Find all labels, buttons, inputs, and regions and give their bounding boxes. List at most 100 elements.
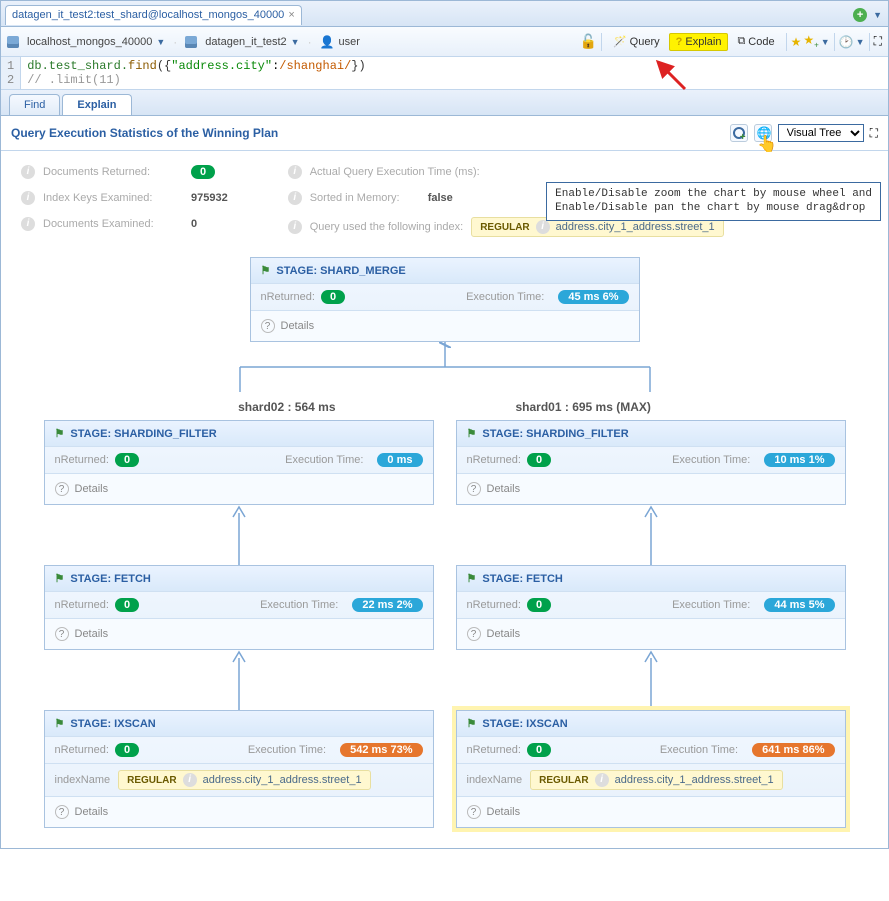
exec-label: Execution Time:	[248, 744, 326, 756]
details-toggle[interactable]: ? Details	[45, 618, 433, 649]
exec-label: Execution Time:	[466, 291, 544, 303]
details-toggle[interactable]: ? Details	[251, 310, 639, 341]
star-add-icon[interactable]: ★+	[803, 33, 818, 49]
tab-explain[interactable]: Explain	[62, 94, 131, 115]
question-icon: ?	[55, 627, 69, 641]
cursor-hand-icon: 👆	[757, 134, 777, 154]
explain-button[interactable]: ? Explain	[669, 33, 729, 51]
flag-icon: ⚑	[467, 717, 477, 730]
nreturned-label: nReturned:	[261, 291, 315, 303]
stage-ixscan-right: ⚑STAGE: IXSCAN nReturned:0 Execution Tim…	[456, 710, 846, 828]
index-name: address.city_1_address.street_1	[556, 221, 715, 233]
stat-label: Documents Returned:	[43, 166, 183, 178]
chevron-down-icon[interactable]: ▼	[821, 37, 830, 47]
result-tabs: Find Explain	[1, 90, 888, 116]
stage-title: STAGE: FETCH	[70, 573, 150, 585]
connection-toolbar: localhost_mongos_40000 ▼ · datagen_it_te…	[1, 27, 888, 57]
code-editor[interactable]: 1 2 db.test_shard.find({"address.city":/…	[1, 57, 888, 90]
info-icon: i	[21, 165, 35, 179]
stage-title: STAGE: IXSCAN	[482, 718, 567, 730]
database-name[interactable]: datagen_it_test2	[205, 36, 286, 48]
nreturned-label: nReturned:	[55, 454, 109, 466]
question-icon: ?	[676, 36, 683, 48]
code-token: find	[128, 59, 157, 73]
exec-label: Execution Time:	[672, 599, 750, 611]
expand-icon[interactable]: ⛶	[874, 34, 882, 49]
tab-find[interactable]: Find	[9, 94, 60, 115]
tooltip: Enable/Disable zoom the chart by mouse w…	[546, 182, 881, 221]
exec-value: 10 ms 1%	[764, 453, 834, 467]
code-token: .test_shard.	[42, 59, 128, 73]
details-label: Details	[281, 320, 315, 332]
nreturned-label: nReturned:	[55, 744, 109, 756]
stat-value: 975932	[191, 192, 228, 204]
info-icon: i	[21, 217, 35, 231]
flag-icon: ⚑	[467, 427, 477, 440]
shard-label: shard01 : 695 ms (MAX)	[516, 400, 651, 414]
database-icon	[185, 36, 197, 48]
details-toggle[interactable]: ?Details	[457, 796, 845, 827]
line-number: 2	[7, 73, 14, 87]
history-icon[interactable]: 🕑	[839, 35, 854, 49]
flag-icon: ⚑	[55, 427, 65, 440]
annotation-arrow	[650, 54, 690, 94]
connector	[641, 505, 661, 565]
code-token: })	[351, 59, 365, 73]
details-toggle[interactable]: ?Details	[45, 473, 433, 504]
code-button[interactable]: ⧉ Code	[730, 32, 781, 51]
details-toggle[interactable]: ?Details	[45, 796, 433, 827]
wand-icon: 🪄	[613, 35, 627, 48]
flag-icon: ⚑	[55, 717, 65, 730]
exec-label: Execution Time:	[672, 454, 750, 466]
index-type: REGULAR	[127, 775, 176, 786]
exec-value: 45 ms 6%	[558, 290, 628, 304]
expand-icon[interactable]: ⛶	[870, 126, 878, 141]
details-toggle[interactable]: ?Details	[457, 618, 845, 649]
exec-label: Execution Time:	[285, 454, 363, 466]
button-label: Query	[630, 36, 660, 48]
view-select[interactable]: Visual Tree	[778, 124, 864, 142]
index-name: address.city_1_address.street_1	[203, 774, 362, 786]
exec-value: 44 ms 5%	[764, 598, 834, 612]
stage-sharding-filter-right: ⚑STAGE: SHARDING_FILTER nReturned:0 Exec…	[456, 420, 846, 505]
editor-tab[interactable]: datagen_it_test2:test_shard@localhost_mo…	[5, 5, 302, 25]
explain-panel-header: Query Execution Statistics of the Winnin…	[1, 116, 888, 151]
add-tab-icon[interactable]: +	[853, 8, 867, 22]
chevron-down-icon[interactable]: ▼	[856, 37, 865, 47]
stat-label: Index Keys Examined:	[43, 192, 183, 204]
details-label: Details	[75, 628, 109, 640]
connection-name[interactable]: localhost_mongos_40000	[27, 36, 152, 48]
info-icon: i	[288, 191, 302, 205]
button-label: Explain	[685, 36, 721, 48]
query-button[interactable]: 🪄 Query	[606, 32, 667, 51]
explain-tree[interactable]: ⚑ STAGE: SHARD_MERGE nReturned: 0 Executio…	[1, 247, 888, 848]
details-label: Details	[487, 483, 521, 495]
run-icon[interactable]: 🔓	[580, 33, 597, 50]
line-number: 1	[7, 59, 14, 73]
zoom-toggle-icon[interactable]	[730, 124, 748, 142]
code-icon: ⧉	[737, 35, 745, 48]
stat-value-badge: 0	[191, 165, 215, 179]
stat-label: Actual Query Execution Time (ms):	[310, 166, 480, 178]
stage-title: STAGE: SHARD_MERGE	[276, 265, 405, 277]
chevron-down-icon[interactable]: ▼	[873, 10, 882, 20]
chevron-down-icon[interactable]: ▼	[291, 37, 300, 47]
details-toggle[interactable]: ?Details	[457, 473, 845, 504]
panel-title: Query Execution Statistics of the Winnin…	[11, 126, 278, 140]
chevron-down-icon[interactable]: ▼	[156, 37, 165, 47]
index-pill: REGULAR i address.city_1_address.street_…	[118, 770, 370, 790]
nreturned-value: 0	[115, 598, 139, 612]
stage-shard-merge: ⚑STAGE: SHARD_MERGE nReturned:0 Executio…	[250, 257, 640, 342]
star-icon[interactable]: ★	[791, 35, 802, 49]
stage-ixscan-left: ⚑STAGE: IXSCAN nReturned:0 Execution Tim…	[44, 710, 434, 828]
nreturned-value: 0	[115, 743, 139, 757]
close-icon[interactable]: ×	[288, 9, 294, 21]
exec-value: 0 ms	[377, 453, 422, 467]
question-icon: ?	[261, 319, 275, 333]
stage-sharding-filter-left: ⚑STAGE: SHARDING_FILTER nReturned:0 Exec…	[44, 420, 434, 505]
question-icon: ?	[55, 482, 69, 496]
stat-label: Sorted in Memory:	[310, 192, 420, 204]
code-token: ({	[157, 59, 171, 73]
nreturned-label: nReturned:	[467, 454, 521, 466]
user-icon: 👤	[320, 35, 335, 49]
